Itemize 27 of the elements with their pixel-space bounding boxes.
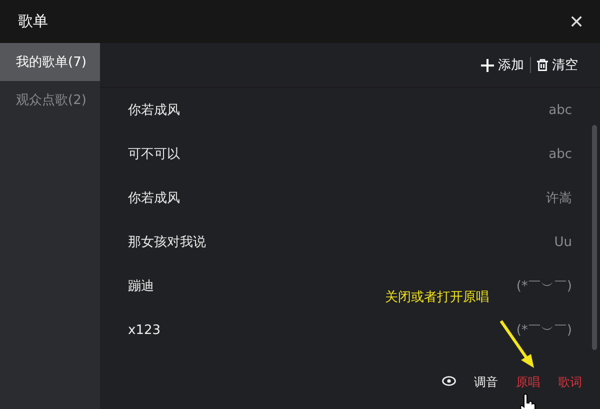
song-title: 那女孩对我说	[128, 234, 206, 251]
singer-name: (*￣︶￣)	[516, 322, 572, 339]
clear-button[interactable]: 清空	[531, 56, 584, 74]
song-title: 可不可以	[128, 146, 180, 163]
trash-icon	[537, 59, 548, 71]
toggle-button[interactable]: 调音	[472, 374, 500, 390]
close-button[interactable]: ✕	[565, 10, 588, 32]
song-title: 蹦迪	[128, 278, 154, 295]
plus-icon	[481, 58, 494, 72]
sidebar-tab[interactable]: 观众点歌(2)	[0, 81, 100, 119]
annotation-text: 关闭或者打开原唱	[385, 289, 489, 306]
singer-name: (*￣︶￣)	[516, 278, 572, 295]
singer-name: Uu	[554, 234, 572, 250]
song-title: 你若成风	[128, 190, 180, 207]
eye-icon	[442, 376, 456, 386]
window-title: 歌单	[18, 12, 48, 31]
song-title: x123	[128, 322, 161, 338]
singer-name: 许嵩	[546, 190, 572, 207]
add-button[interactable]: 添加	[475, 56, 530, 74]
eye-button[interactable]	[440, 375, 458, 389]
scrollbar[interactable]	[592, 125, 597, 350]
sidebar-tab[interactable]: 我的歌单(7)	[0, 43, 100, 81]
song-title: 你若成风	[128, 102, 180, 119]
toggle-button[interactable]: 歌词	[556, 374, 584, 390]
toggle-button[interactable]: 原唱	[514, 374, 542, 390]
singer-name: abc	[548, 146, 572, 162]
singer-name: abc	[548, 102, 572, 118]
